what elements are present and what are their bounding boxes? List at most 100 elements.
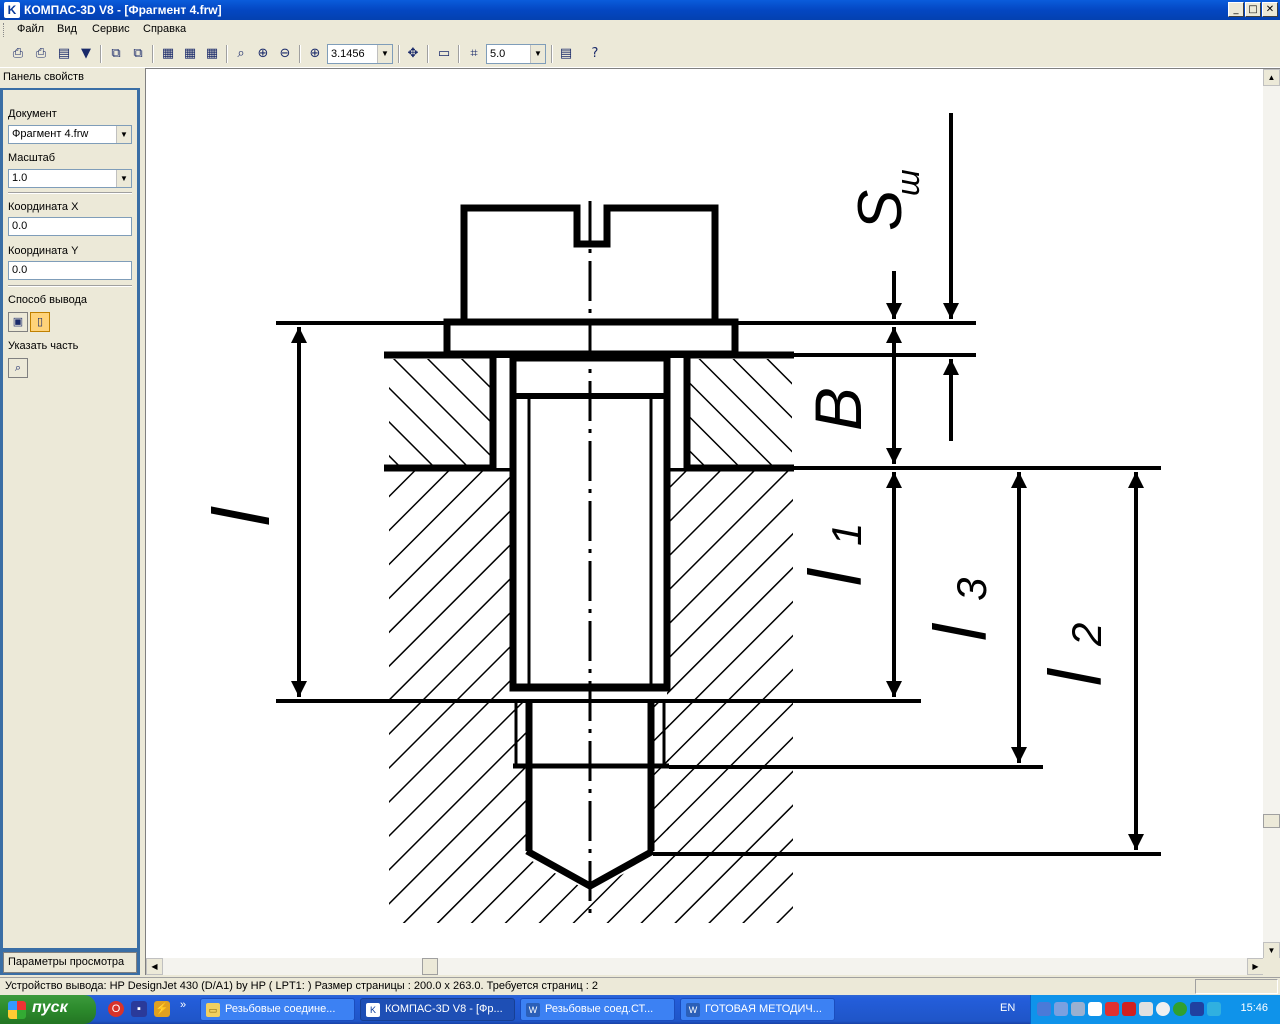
page-setup-icon[interactable]: ▤ xyxy=(54,44,74,64)
kaspersky-icon[interactable] xyxy=(1122,1002,1136,1016)
filter-icon[interactable]: ▼ xyxy=(76,44,96,64)
document-select[interactable]: Фрагмент 4.frw ▼ xyxy=(8,125,132,144)
zoom-out-icon[interactable]: ⊖ xyxy=(275,44,295,64)
scroll-up-icon[interactable]: ▲ xyxy=(1263,69,1280,86)
close-button[interactable]: ✕ xyxy=(1262,2,1278,17)
step-cursor-icon[interactable]: ⌗ xyxy=(464,44,484,64)
panel-body: Документ Фрагмент 4.frw ▼ Масштаб 1.0 ▼ … xyxy=(3,90,137,948)
copy-sheet-icon[interactable]: ⧉ xyxy=(106,44,126,64)
task-button[interactable]: W ГОТОВАЯ МЕТОДИЧ... xyxy=(680,998,835,1021)
zoom-combo[interactable]: 3.1456 ▼ xyxy=(327,44,393,64)
context-help-icon[interactable]: ? xyxy=(585,44,605,64)
scroll-right-icon[interactable]: ▶ xyxy=(1247,958,1264,975)
menu-grip xyxy=(3,23,6,37)
label-l2-sub: 2 xyxy=(1063,623,1110,647)
save-icon[interactable]: ▪ xyxy=(131,1001,147,1017)
quicklaunch-icon[interactable]: ⚡ xyxy=(154,1001,170,1017)
taskbar: пуск O ▪ ⚡ » ▭ Резьбовые соедине... K КО… xyxy=(0,995,1280,1024)
label-s-sub: ш xyxy=(890,169,926,196)
chevron-down-icon[interactable]: ▼ xyxy=(530,45,545,63)
drawing-canvas[interactable]: S ш B l l 1 l 3 l 2 ▲ ▼ ◀ ▶ xyxy=(145,68,1280,975)
quicklaunch-more-icon[interactable]: » xyxy=(180,999,186,1011)
tray-app-icon[interactable] xyxy=(1190,1002,1204,1016)
label-l1-sub: 1 xyxy=(823,523,870,546)
windows-logo-icon xyxy=(8,1001,26,1019)
horizontal-scrollbar[interactable]: ◀ ▶ xyxy=(146,958,1264,975)
scroll-left-icon[interactable]: ◀ xyxy=(146,958,163,975)
label-l: l xyxy=(197,506,286,526)
network-icon[interactable] xyxy=(1037,1002,1051,1016)
maximize-button[interactable]: □ xyxy=(1245,2,1261,17)
zoom-in-icon[interactable]: ⊕ xyxy=(253,44,273,64)
tile-sheets-icon[interactable]: ▦ xyxy=(202,44,222,64)
menu-view[interactable]: Вид xyxy=(57,23,77,35)
print-preview-icon[interactable]: ⎙ xyxy=(31,44,51,64)
menu-bar: Файл Вид Сервис Справка xyxy=(0,20,1280,40)
output-mode-fit-icon[interactable]: ▣ xyxy=(8,312,28,332)
scroll-down-icon[interactable]: ▼ xyxy=(1263,942,1280,959)
select-part-icon[interactable]: ⌕ xyxy=(8,358,28,378)
coord-y-label: Координата Y xyxy=(8,245,79,257)
task-label: Резьбовые соедине... xyxy=(225,1003,336,1015)
chevron-down-icon[interactable]: ▼ xyxy=(377,45,392,63)
kompas-icon: K xyxy=(366,1003,380,1017)
tray-app-icon[interactable] xyxy=(1088,1002,1102,1016)
print-icon[interactable]: ⎙ xyxy=(8,44,28,64)
label-b: B xyxy=(801,387,875,431)
toolbar-separator xyxy=(458,45,460,63)
document-label: Документ xyxy=(8,108,57,120)
menu-file[interactable]: Файл xyxy=(17,23,44,35)
folder-icon: ▭ xyxy=(206,1003,220,1017)
language-indicator[interactable]: EN xyxy=(1000,1002,1015,1014)
status-bar: Устройство вывода: HP DesignJet 430 (D/A… xyxy=(0,977,1280,995)
zoom-window-icon[interactable]: ⌕ xyxy=(231,44,251,64)
clock[interactable]: 15:46 xyxy=(1240,1002,1268,1014)
show-all-icon[interactable]: ▭ xyxy=(434,44,454,64)
label-l3-sub: 3 xyxy=(948,578,995,601)
tray-app-icon[interactable] xyxy=(1139,1002,1153,1016)
opera-icon[interactable]: O xyxy=(108,1001,124,1017)
tray-app-icon[interactable] xyxy=(1173,1002,1187,1016)
kompas-app-icon: K xyxy=(4,2,20,18)
word-icon: W xyxy=(686,1003,700,1017)
coord-x-label: Координата X xyxy=(8,201,79,213)
vertical-scroll-thumb[interactable] xyxy=(1263,814,1280,828)
title-bar: K КОМПАС-3D V8 - [Фрагмент 4.frw] _ □ ✕ xyxy=(0,0,1280,20)
scale-value: 1.0 xyxy=(12,172,28,184)
task-label: КОМПАС-3D V8 - [Фр... xyxy=(385,1003,503,1015)
chevron-down-icon[interactable]: ▼ xyxy=(116,170,131,187)
grid-sheets-icon[interactable]: ▦ xyxy=(180,44,200,64)
horizontal-scroll-thumb[interactable] xyxy=(422,958,438,975)
close-preview-icon[interactable]: ▤ xyxy=(556,44,576,64)
tray-app-icon[interactable] xyxy=(1156,1002,1170,1016)
tray-app-icon[interactable] xyxy=(1054,1002,1068,1016)
coord-y-field[interactable]: 0.0 xyxy=(8,261,132,280)
menu-service[interactable]: Сервис xyxy=(92,23,130,35)
zoom-scale-icon[interactable]: ⊕ xyxy=(305,44,325,64)
task-button[interactable]: ▭ Резьбовые соедине... xyxy=(200,998,355,1021)
tab-view-parameters[interactable]: Параметры просмотра xyxy=(3,952,137,973)
output-mode-page-icon[interactable]: ▯ xyxy=(30,312,50,332)
tray-app-icon[interactable] xyxy=(1071,1002,1085,1016)
layout-sheets-icon[interactable]: ▦ xyxy=(158,44,178,64)
vertical-scrollbar[interactable]: ▲ ▼ xyxy=(1263,69,1280,959)
coord-x-field[interactable]: 0.0 xyxy=(8,217,132,236)
task-button[interactable]: K КОМПАС-3D V8 - [Фр... xyxy=(360,998,515,1021)
chevron-down-icon[interactable]: ▼ xyxy=(116,126,131,143)
start-button[interactable]: пуск xyxy=(0,995,96,1024)
menu-help[interactable]: Справка xyxy=(143,23,186,35)
pan-icon[interactable]: ✥ xyxy=(403,44,423,64)
scale-select[interactable]: 1.0 ▼ xyxy=(8,169,132,188)
coord-y-value: 0.0 xyxy=(12,264,28,276)
task-button[interactable]: W Резьбовые соед.СТ... xyxy=(520,998,675,1021)
toolbar-separator xyxy=(226,45,228,63)
toolbar-separator xyxy=(398,45,400,63)
step-combo[interactable]: 5.0 ▼ xyxy=(486,44,546,64)
task-label: Резьбовые соед.СТ... xyxy=(545,1003,654,1015)
antivirus-icon[interactable] xyxy=(1105,1002,1119,1016)
minimize-button[interactable]: _ xyxy=(1228,2,1244,17)
task-label: ГОТОВАЯ МЕТОДИЧ... xyxy=(705,1003,822,1015)
volume-icon[interactable] xyxy=(1207,1002,1221,1016)
zoom-value: 3.1456 xyxy=(331,48,365,60)
paste-sheet-icon[interactable]: ⧉ xyxy=(128,44,148,64)
